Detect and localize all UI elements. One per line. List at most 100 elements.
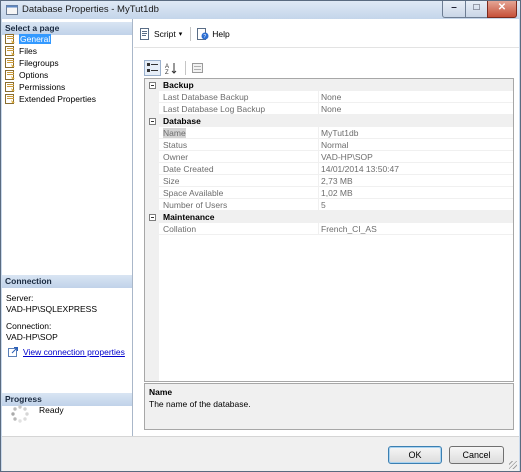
minimize-icon: – [451, 2, 457, 13]
categorized-icon [147, 62, 158, 72]
page-list: General Files Filegroups Options Permiss… [2, 33, 132, 105]
property-row[interactable]: Last Database Backup None [145, 91, 513, 103]
property-pages-button[interactable] [189, 60, 206, 76]
property-grid: Backup Last Database Backup None Last Da… [144, 78, 514, 382]
page-item-extended-properties[interactable]: Extended Properties [2, 93, 132, 105]
property-name: Number of Users [163, 200, 228, 210]
collapse-icon[interactable] [149, 118, 156, 125]
page-item-label: Options [19, 70, 49, 80]
property-name: Last Database Backup [163, 92, 249, 102]
resize-grip-icon[interactable] [509, 461, 517, 469]
page-item-files[interactable]: Files [2, 45, 132, 57]
page-item-permissions[interactable]: Permissions [2, 81, 132, 93]
close-button[interactable]: ✕ [487, 1, 517, 18]
property-row[interactable]: Status Normal [145, 139, 513, 151]
progress-status: Ready [39, 405, 64, 415]
page-icon [5, 34, 15, 44]
toolbar-separator [190, 27, 192, 41]
page-item-label: General [19, 34, 52, 44]
progress-spinner-icon [11, 405, 29, 423]
page-item-general[interactable]: General [2, 33, 132, 45]
page-item-label: Files [19, 46, 37, 56]
property-value: None [321, 104, 342, 114]
svg-text:Z: Z [165, 70, 169, 75]
property-name: Last Database Log Backup [163, 104, 266, 114]
page-item-options[interactable]: Options [2, 69, 132, 81]
description-text: The name of the database. [149, 399, 251, 409]
toolbar-separator [185, 60, 186, 75]
view-connection-properties-link[interactable]: View connection properties [23, 347, 125, 357]
collapse-icon[interactable] [149, 214, 156, 221]
page-icon [5, 82, 15, 92]
maximize-icon: □ [473, 2, 480, 13]
category-maintenance[interactable]: Maintenance [145, 211, 513, 223]
page-item-label: Extended Properties [19, 94, 97, 104]
property-row[interactable]: Date Created 14/01/2014 13:50:47 [145, 163, 513, 175]
toolbar-divider [134, 47, 519, 48]
script-button[interactable]: Script ▾ [139, 28, 182, 40]
server-label: Server: [6, 293, 34, 303]
help-label: Help [212, 29, 230, 39]
top-toolbar: Script ▾ ? Help [139, 27, 238, 41]
property-name: Size [163, 176, 180, 186]
server-info: Server: VAD-HP\SQLEXPRESS [6, 293, 97, 315]
property-name: Status [163, 140, 188, 150]
maximize-button[interactable]: □ [465, 1, 488, 18]
property-value: MyTut1db [321, 128, 359, 138]
view-connection-properties[interactable]: View connection properties [8, 346, 125, 357]
property-row-selected[interactable]: Name MyTut1db [145, 127, 513, 139]
dialog-client-area: Select a page General Files Filegroups O… [2, 19, 519, 471]
property-value: Normal [321, 140, 349, 150]
database-properties-window: Database Properties - MyTut1db – □ ✕ Sel… [0, 0, 521, 472]
server-value: VAD-HP\SQLEXPRESS [6, 304, 98, 314]
alphabetical-sort-icon: AZ [165, 62, 177, 76]
connection-label: Connection: [6, 321, 52, 331]
category-label: Database [163, 116, 201, 126]
chevron-down-icon[interactable]: ▾ [179, 30, 183, 38]
property-grid-toolbar: AZ [144, 59, 208, 76]
ok-button[interactable]: OK [388, 446, 442, 464]
property-name: Collation [163, 224, 197, 234]
script-label: Script [154, 29, 176, 39]
property-value: VAD-HP\SOP [321, 152, 373, 162]
page-item-label: Permissions [19, 82, 66, 92]
cancel-button[interactable]: Cancel [449, 446, 504, 464]
property-name: Owner [163, 152, 189, 162]
page-icon [5, 46, 15, 56]
property-row[interactable]: Size 2,73 MB [145, 175, 513, 187]
description-panel: Name The name of the database. [144, 383, 514, 430]
property-name: Name [163, 128, 186, 138]
property-row[interactable]: Space Available 1,02 MB [145, 187, 513, 199]
minimize-button[interactable]: – [442, 1, 466, 18]
categorized-button[interactable] [144, 59, 161, 76]
property-row[interactable]: Collation French_CI_AS [145, 223, 513, 235]
page-icon [5, 70, 15, 80]
property-pages-icon [192, 62, 203, 73]
description-title: Name [149, 387, 173, 397]
category-label: Backup [163, 80, 194, 90]
category-database[interactable]: Database [145, 115, 513, 127]
connection-info: Connection: VAD-HP\SOP [6, 321, 58, 343]
page-icon [5, 58, 15, 68]
property-value: 2,73 MB [321, 176, 353, 186]
title-bar[interactable]: Database Properties - MyTut1db – □ ✕ [1, 1, 520, 19]
collapse-icon[interactable] [149, 82, 156, 89]
help-button[interactable]: ? Help [197, 28, 230, 40]
property-name: Date Created [163, 164, 214, 174]
connection-value: VAD-HP\SOP [6, 332, 58, 342]
close-icon: ✕ [497, 2, 507, 13]
property-value: French_CI_AS [321, 224, 377, 234]
property-row[interactable]: Number of Users 5 [145, 199, 513, 211]
page-icon [5, 94, 15, 104]
property-row[interactable]: Owner VAD-HP\SOP [145, 151, 513, 163]
category-backup[interactable]: Backup [145, 79, 513, 91]
property-value: 5 [321, 200, 326, 210]
property-row[interactable]: Last Database Log Backup None [145, 103, 513, 115]
database-icon [6, 5, 18, 15]
left-pane: Select a page General Files Filegroups O… [2, 19, 133, 436]
alphabetical-button[interactable]: AZ [163, 60, 180, 76]
svg-text:?: ? [204, 34, 207, 40]
script-icon [140, 28, 149, 40]
page-item-filegroups[interactable]: Filegroups [2, 57, 132, 69]
property-value: None [321, 92, 342, 102]
